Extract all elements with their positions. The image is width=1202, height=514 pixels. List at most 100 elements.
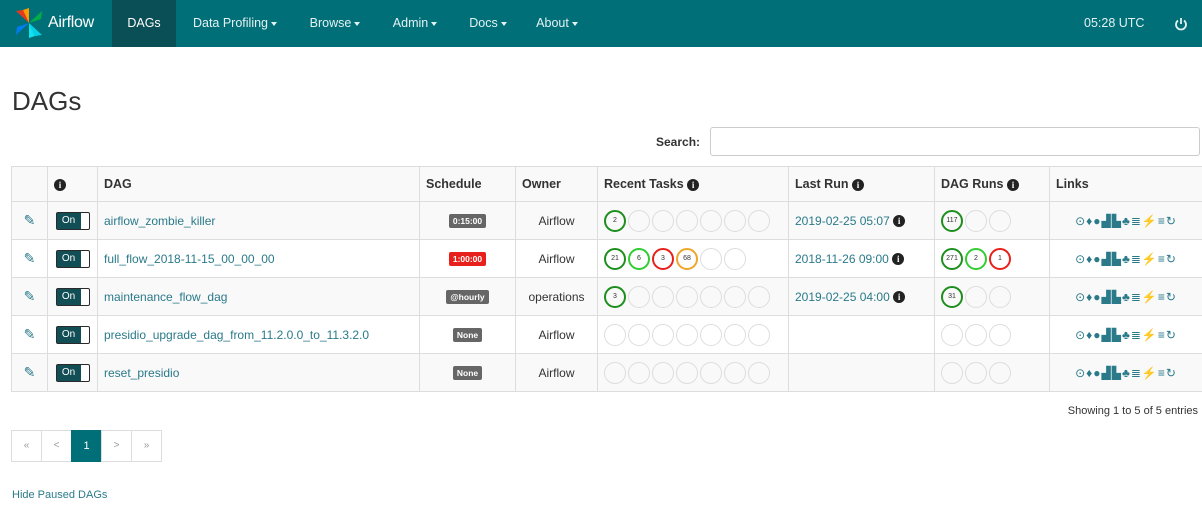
dag_runs-circle[interactable] [989, 285, 1011, 308]
recent_tasks-circle[interactable] [724, 247, 746, 270]
recent_tasks-circle[interactable] [700, 361, 722, 384]
dag_runs-circle[interactable]: 31 [941, 285, 963, 308]
recent_tasks-circle[interactable] [604, 323, 626, 346]
edit-icon[interactable]: ✎ [24, 364, 36, 380]
dag-link[interactable]: maintenance_flow_dag [104, 290, 227, 304]
recent_tasks-circle[interactable]: 6 [628, 247, 650, 270]
recent_tasks-circle[interactable] [676, 285, 698, 308]
nav-dags[interactable]: DAGs [112, 0, 176, 47]
dag-action-icons[interactable]: ⊙♦●▟▙♣≣⚡≡↻ [1075, 328, 1177, 342]
recent_tasks-circle[interactable] [724, 209, 746, 232]
recent_tasks-circle[interactable] [628, 361, 650, 384]
nav-docs[interactable]: Docs [454, 0, 522, 47]
dag_runs-circle[interactable] [941, 323, 963, 346]
dag_runs-circle[interactable] [941, 361, 963, 384]
dag_runs-circle[interactable]: 117 [941, 209, 963, 232]
brand[interactable]: Airflow [14, 8, 94, 38]
nav-about[interactable]: About [522, 0, 592, 47]
dag_runs-circle[interactable] [965, 285, 987, 308]
dag-link[interactable]: full_flow_2018-11-15_00_00_00 [104, 252, 275, 266]
header-owner[interactable]: Owner [515, 166, 598, 202]
dag-on-off-toggle[interactable]: On [55, 211, 90, 230]
dag-link[interactable]: airflow_zombie_killer [104, 214, 215, 228]
dag_runs-circle[interactable]: 1 [989, 247, 1011, 270]
pager-button[interactable]: > [101, 430, 132, 462]
recent_tasks-circle[interactable] [604, 361, 626, 384]
recent_tasks-circle[interactable] [700, 209, 722, 232]
recent_tasks-circle[interactable] [748, 323, 770, 346]
dag-action-icons[interactable]: ⊙♦●▟▙♣≣⚡≡↻ [1075, 252, 1177, 266]
info-icon: i [1006, 178, 1019, 191]
toggle-label: On [56, 326, 81, 343]
dag-on-off-toggle[interactable]: On [55, 325, 90, 344]
dag-on-off-toggle[interactable]: On [55, 363, 90, 382]
edit-icon[interactable]: ✎ [24, 326, 36, 342]
dag_runs-circle[interactable] [989, 323, 1011, 346]
dag-link[interactable]: reset_presidio [104, 366, 179, 380]
caret-down-icon [500, 21, 507, 26]
dag-on-off-toggle[interactable]: On [55, 287, 90, 306]
nav-browse[interactable]: Browse [294, 0, 376, 47]
recent_tasks-circle[interactable] [724, 285, 746, 308]
last-run-link[interactable]: 2019-02-25 04:00 [795, 290, 890, 304]
recent_tasks-circle[interactable] [724, 361, 746, 384]
recent_tasks-circle[interactable] [652, 323, 674, 346]
dag-link[interactable]: presidio_upgrade_dag_from_11.2.0.0_to_11… [104, 328, 369, 342]
recent_tasks-circle[interactable]: 68 [676, 247, 698, 270]
recent_tasks-circle[interactable] [700, 285, 722, 308]
dag_runs-circle[interactable] [965, 323, 987, 346]
pager-button[interactable]: < [41, 430, 72, 462]
recent_tasks-circle[interactable]: 3 [652, 247, 674, 270]
dag_runs-circle[interactable] [989, 209, 1011, 232]
dag-action-icons[interactable]: ⊙♦●▟▙♣≣⚡≡↻ [1075, 214, 1177, 228]
recent_tasks-circle[interactable] [676, 361, 698, 384]
header-schedule[interactable]: Schedule [419, 166, 516, 202]
header-dag-runs: DAG Runs i [934, 166, 1050, 202]
edit-icon[interactable]: ✎ [24, 250, 36, 266]
recent_tasks-circle[interactable] [700, 323, 722, 346]
recent_tasks-circle[interactable] [724, 323, 746, 346]
nav-data-profiling[interactable]: Data Profiling [176, 0, 294, 47]
recent_tasks-circle[interactable] [628, 285, 650, 308]
last-run-cell [788, 353, 935, 392]
search-input[interactable] [710, 127, 1200, 156]
edit-icon[interactable]: ✎ [24, 288, 36, 304]
dag_runs-circle[interactable]: 271 [941, 247, 963, 270]
links-cell: ⊙♦●▟▙♣≣⚡≡↻ [1049, 353, 1202, 392]
dag_runs-circle[interactable]: 2 [965, 247, 987, 270]
recent-tasks-cell [597, 353, 789, 392]
last-run-link[interactable]: 2019-02-25 05:07 [795, 214, 890, 228]
recent_tasks-circle[interactable] [628, 323, 650, 346]
recent_tasks-circle[interactable] [748, 209, 770, 232]
last-run-link[interactable]: 2018-11-26 09:00 [795, 252, 889, 266]
edit-cell: ✎ [11, 315, 48, 354]
recent_tasks-circle[interactable]: 3 [604, 285, 626, 308]
schedule-badge: None [452, 366, 483, 380]
recent_tasks-circle[interactable] [676, 323, 698, 346]
dag_runs-circle[interactable] [989, 361, 1011, 384]
recent_tasks-circle[interactable] [676, 209, 698, 232]
recent_tasks-circle[interactable] [652, 285, 674, 308]
power-icon[interactable] [1174, 0, 1188, 47]
recent_tasks-circle[interactable]: 21 [604, 247, 626, 270]
recent_tasks-circle[interactable] [748, 361, 770, 384]
nav-admin[interactable]: Admin [376, 0, 454, 47]
recent_tasks-circle[interactable]: 2 [604, 209, 626, 232]
dag-action-icons[interactable]: ⊙♦●▟▙♣≣⚡≡↻ [1075, 290, 1177, 304]
edit-icon[interactable]: ✎ [24, 212, 36, 228]
dag-action-icons[interactable]: ⊙♦●▟▙♣≣⚡≡↻ [1075, 366, 1177, 380]
dag_runs-circle[interactable] [965, 209, 987, 232]
schedule-badge: 1:00:00 [448, 252, 487, 266]
pager-button[interactable]: » [131, 430, 162, 462]
header-dag[interactable]: DAG [97, 166, 420, 202]
pager-button[interactable]: « [11, 430, 42, 462]
dag_runs-circle[interactable] [965, 361, 987, 384]
recent_tasks-circle[interactable] [628, 209, 650, 232]
recent_tasks-circle[interactable] [700, 247, 722, 270]
recent_tasks-circle[interactable] [748, 285, 770, 308]
hide-paused-dags-link[interactable]: Hide Paused DAGs [12, 489, 107, 501]
recent_tasks-circle[interactable] [652, 361, 674, 384]
dag-on-off-toggle[interactable]: On [55, 249, 90, 268]
recent_tasks-circle[interactable] [652, 209, 674, 232]
pager-button[interactable]: 1 [71, 430, 102, 462]
